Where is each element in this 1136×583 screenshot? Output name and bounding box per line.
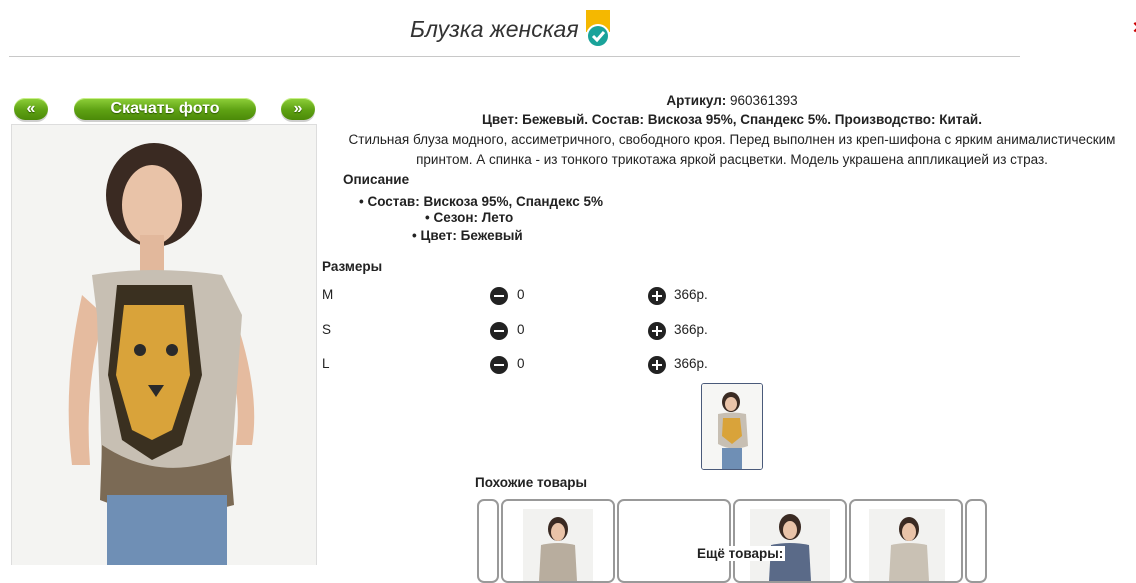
size-row-s: S 0 366р. [322, 322, 742, 342]
size-row-m: M 0 366р. [322, 287, 742, 307]
more-products-label: Ещё товары: [695, 546, 786, 561]
minus-circle-icon[interactable] [490, 356, 508, 374]
main-product-photo [11, 124, 317, 565]
article-line: Артикул: 960361393 [322, 93, 1136, 108]
prev-photo-button[interactable]: « [14, 98, 48, 120]
plus-circle-icon[interactable] [648, 322, 666, 340]
price-value: 366р. [674, 322, 708, 337]
article-label: Артикул: [666, 93, 727, 108]
quantity-value: 0 [517, 356, 525, 371]
similar-product-card[interactable] [849, 499, 963, 583]
description-heading: Описание [343, 172, 410, 187]
title-divider [9, 56, 1020, 57]
price-value: 366р. [674, 287, 708, 302]
bullet-item: • Состав: Вискоза 95%, Спандекс 5% [359, 194, 603, 209]
minus-circle-icon[interactable] [490, 287, 508, 305]
similar-products-heading: Похожие товары [475, 475, 588, 490]
close-icon[interactable]: ✕ [1132, 18, 1136, 36]
composition-line: Цвет: Бежевый. Состав: Вискоза 95%, Спан… [482, 112, 982, 127]
similar-product-card[interactable] [501, 499, 615, 583]
sizes-heading: Размеры [322, 259, 383, 274]
next-photo-button[interactable]: » [281, 98, 315, 120]
similar-product-card[interactable] [965, 499, 987, 583]
quantity-value: 0 [517, 322, 525, 337]
description-line-2: принтом. А спинка - из тонкого трикотажа… [416, 152, 1048, 167]
price-value: 366р. [674, 356, 708, 371]
article-value: 960361393 [730, 93, 798, 108]
title-bar: Блузка женская [0, 10, 1020, 56]
plus-circle-icon[interactable] [648, 356, 666, 374]
download-photo-button[interactable]: Скачать фото [74, 98, 256, 120]
plus-circle-icon[interactable] [648, 287, 666, 305]
minus-circle-icon[interactable] [490, 322, 508, 340]
size-label: L [322, 356, 330, 371]
photo-thumbnail[interactable] [701, 383, 763, 470]
page-title: Блузка женская [410, 16, 579, 42]
verified-badge-icon [586, 10, 610, 48]
similar-product-card[interactable] [733, 499, 847, 583]
size-row-l: L 0 366р. [322, 356, 742, 376]
size-label: M [322, 287, 334, 302]
bullet-item: • Сезон: Лето [425, 210, 514, 225]
description-line-1: Стильная блуза модного, ассиметричного, … [348, 132, 1116, 147]
size-label: S [322, 322, 332, 337]
similar-product-card[interactable] [617, 499, 731, 583]
quantity-value: 0 [517, 287, 525, 302]
similar-product-card[interactable] [477, 499, 499, 583]
bullet-item: • Цвет: Бежевый [412, 228, 523, 243]
